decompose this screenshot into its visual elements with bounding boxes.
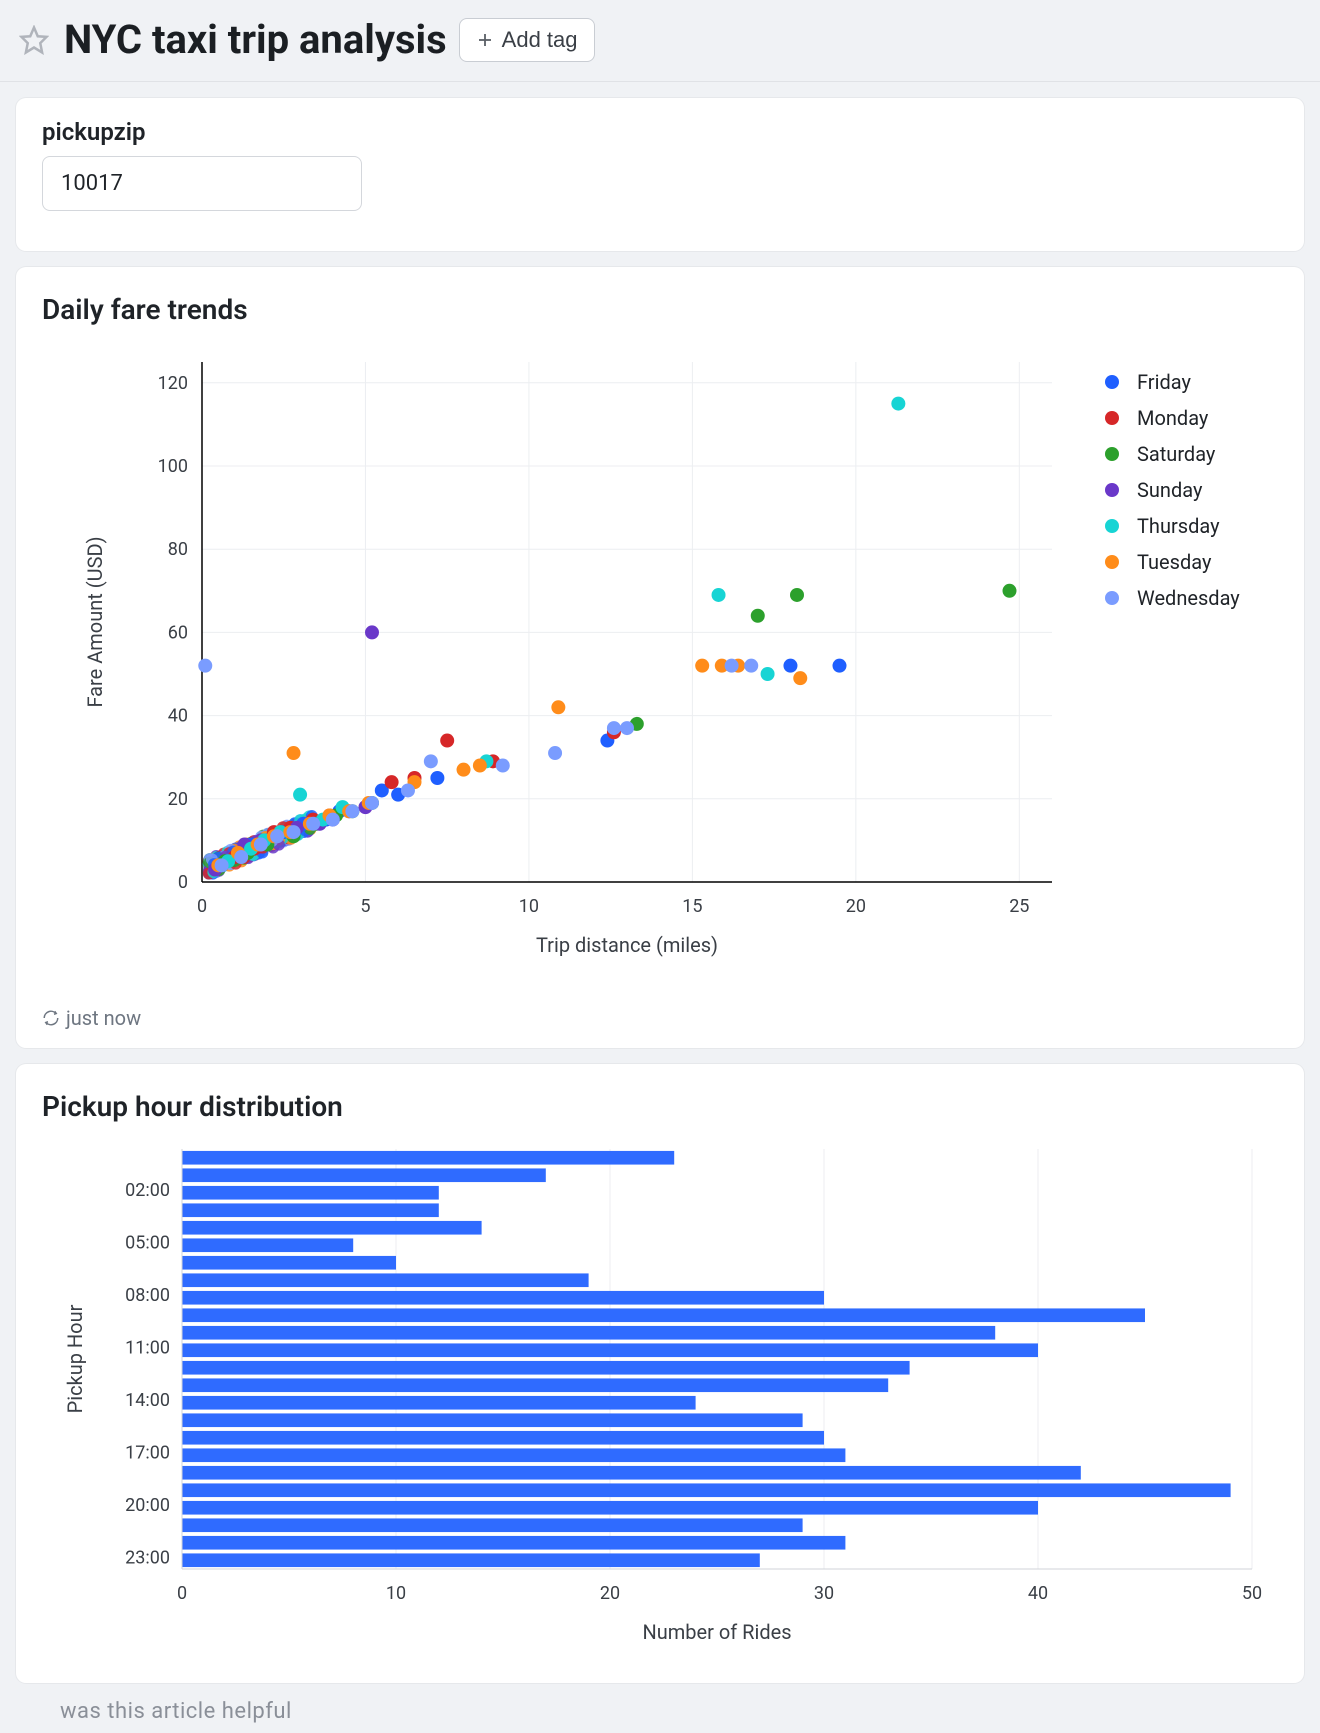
svg-text:30: 30 [814, 1583, 834, 1604]
svg-text:02:00: 02:00 [125, 1180, 170, 1201]
svg-text:Wednesday: Wednesday [1137, 586, 1240, 610]
svg-text:15: 15 [682, 896, 702, 917]
svg-text:14:00: 14:00 [125, 1390, 170, 1411]
svg-text:120: 120 [158, 373, 188, 394]
svg-text:50: 50 [1242, 1583, 1262, 1604]
svg-text:80: 80 [168, 539, 188, 560]
page-header: NYC taxi trip analysis Add tag [0, 0, 1320, 82]
svg-text:23:00: 23:00 [125, 1548, 170, 1569]
svg-text:25: 25 [1009, 896, 1029, 917]
svg-text:Sunday: Sunday [1137, 478, 1203, 502]
svg-text:20: 20 [168, 789, 188, 810]
svg-text:10: 10 [519, 896, 539, 917]
svg-text:05:00: 05:00 [125, 1233, 170, 1254]
bar-card: Pickup hour distribution 0 10 20 30 40 50 Numb… [16, 1064, 1304, 1683]
scatter-title: Daily fare trends [42, 293, 1278, 326]
svg-text:17:00: 17:00 [125, 1443, 170, 1464]
refresh-text: just now [66, 1006, 141, 1030]
filter-label: pickupzip [42, 118, 1278, 146]
svg-text:Number of Rides: Number of Rides [642, 1620, 791, 1644]
svg-text:20: 20 [846, 896, 866, 917]
svg-text:08:00: 08:00 [125, 1285, 170, 1306]
svg-text:10: 10 [386, 1583, 406, 1604]
svg-text:0: 0 [177, 1583, 187, 1604]
refresh-status[interactable]: just now [42, 1006, 1278, 1030]
svg-text:Saturday: Saturday [1137, 442, 1216, 466]
scatter-chart: 0 5 10 15 20 25 0 20 40 60 80 100 120 Trip distance (… [42, 342, 1278, 986]
svg-text:20: 20 [600, 1583, 620, 1604]
plus-icon [476, 31, 494, 49]
svg-text:0: 0 [178, 872, 188, 893]
bar-chart: 0 10 20 30 40 50 Number of Rides Pickup Hour 02:… [42, 1139, 1278, 1673]
svg-text:11:00: 11:00 [125, 1338, 170, 1359]
svg-text:Thursday: Thursday [1137, 514, 1220, 538]
svg-text:0: 0 [197, 896, 207, 917]
scatter-card: Daily fare trends 0 5 10 15 20 25 0 20 40 60 80 100… [16, 267, 1304, 1048]
pickupzip-input[interactable] [42, 156, 362, 211]
add-tag-button[interactable]: Add tag [459, 18, 595, 62]
svg-text:Tuesday: Tuesday [1137, 550, 1212, 574]
svg-text:5: 5 [360, 896, 370, 917]
add-tag-label: Add tag [502, 27, 578, 53]
svg-text:Friday: Friday [1137, 370, 1191, 394]
page-title: NYC taxi trip analysis [64, 16, 447, 63]
svg-text:60: 60 [168, 622, 188, 643]
svg-text:Fare Amount (USD): Fare Amount (USD) [83, 536, 107, 707]
bar-title: Pickup hour distribution [42, 1090, 1278, 1123]
svg-text:Pickup Hour: Pickup Hour [63, 1304, 87, 1413]
svg-text:40: 40 [1028, 1583, 1048, 1604]
svg-text:40: 40 [168, 706, 188, 727]
star-icon[interactable] [16, 22, 52, 58]
footer-text: was this article helpful [0, 1699, 1320, 1733]
svg-text:20:00: 20:00 [125, 1495, 170, 1516]
refresh-icon [42, 1009, 60, 1027]
svg-text:100: 100 [158, 456, 188, 477]
svg-text:Monday: Monday [1137, 406, 1209, 430]
svg-text:Trip distance (miles): Trip distance (miles) [536, 933, 718, 957]
filter-card: pickupzip [16, 98, 1304, 251]
